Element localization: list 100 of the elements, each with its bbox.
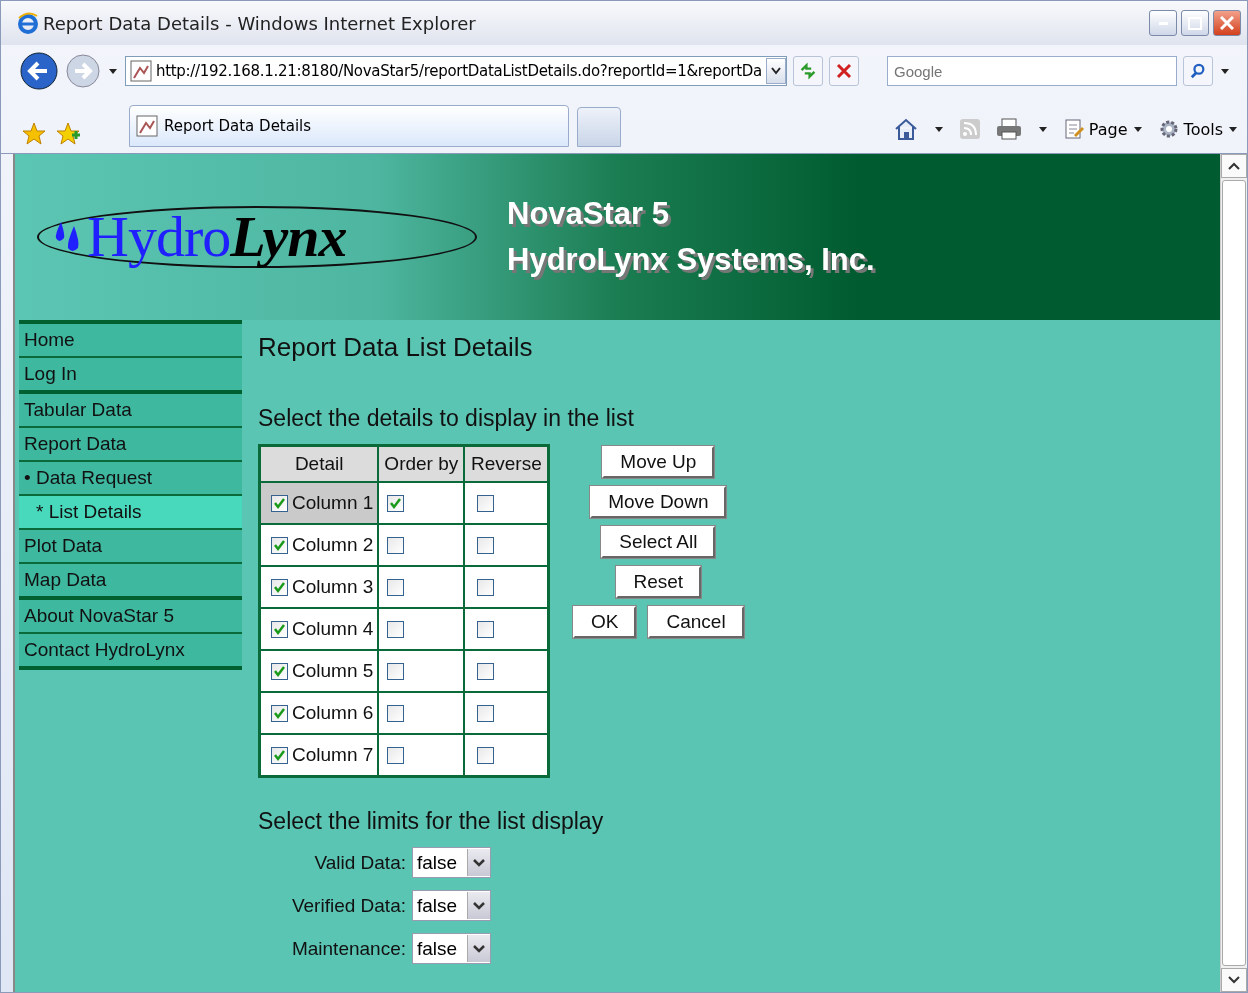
search-field[interactable]: Google (886, 56, 1177, 86)
checkbox[interactable] (477, 747, 495, 765)
search-icon (1189, 62, 1206, 80)
table-cell[interactable]: Column 4 (260, 608, 379, 650)
column-label: Column 1 (292, 492, 374, 513)
caret-icon (473, 944, 485, 953)
table-cell[interactable]: Column 6 (260, 692, 379, 734)
caret-icon[interactable] (769, 66, 782, 76)
column-label: Column 3 (292, 576, 374, 597)
checkbox[interactable] (387, 621, 405, 639)
table-cell[interactable]: Column 5 (260, 650, 379, 692)
print-icon[interactable] (994, 117, 1023, 141)
page-title: Report Data List Details (258, 332, 534, 363)
scrollbar[interactable] (1220, 154, 1247, 992)
checkbox[interactable] (387, 579, 405, 597)
forward-button[interactable] (65, 53, 101, 89)
section-heading: Select the details to display in the list (258, 405, 635, 432)
section-heading: Select the limits for the list display (258, 808, 605, 835)
checkbox[interactable] (271, 621, 288, 639)
logo-word: Lynx (230, 208, 347, 266)
logo-word: Hydro (87, 208, 231, 266)
menu-button[interactable]: Tools (1157, 118, 1239, 140)
browser-tab[interactable]: Report Data Details (129, 105, 569, 147)
browser-logo-icon (17, 12, 39, 34)
check-icon (273, 749, 286, 763)
column-header: Reverse (464, 446, 549, 482)
table-cell[interactable]: Column 1 (260, 482, 379, 524)
window-title: Report Data Details - Windows Internet Explorer (43, 12, 477, 34)
checkbox[interactable] (387, 747, 405, 765)
column-header: Order by (378, 446, 465, 482)
maximize-button[interactable] (1181, 10, 1209, 36)
minimize-button[interactable] (1149, 10, 1177, 36)
check-icon (273, 623, 286, 637)
nav-link[interactable]: • Data Request (19, 462, 242, 496)
refresh-button[interactable] (792, 56, 823, 86)
address-field[interactable]: http://192.168.1.21:8180/NovaStar5/reportDataListDetails.do?reportId=1&reportDa (125, 56, 787, 86)
menu-button[interactable]: Page (1062, 118, 1144, 140)
form-button[interactable]: Reset (615, 566, 702, 598)
add-favorite-icon[interactable] (55, 121, 81, 147)
form-button[interactable]: Move Down (590, 486, 727, 518)
close-icon (1220, 16, 1234, 30)
table-cell[interactable]: Column 7 (260, 734, 379, 776)
checkbox[interactable] (387, 537, 405, 555)
checkbox[interactable] (271, 495, 288, 513)
checkbox[interactable] (387, 495, 405, 513)
form-button[interactable]: Move Up (602, 446, 715, 478)
nav-link[interactable]: Contact HydroLynx (19, 634, 242, 666)
scroll-down-icon[interactable] (1228, 976, 1240, 984)
form-button[interactable]: OK (573, 606, 637, 638)
check-icon (273, 539, 286, 553)
maximize-icon (1188, 16, 1202, 30)
nav-link[interactable]: * List Details (19, 496, 242, 530)
column-label: Column 4 (292, 618, 374, 639)
close-button[interactable] (1213, 10, 1241, 36)
check-icon (273, 707, 286, 721)
nav-link[interactable]: Log In (19, 358, 242, 390)
checkbox[interactable] (477, 621, 495, 639)
check-icon (273, 665, 286, 679)
checkbox[interactable] (477, 663, 495, 681)
field-label: Verified Data: (290, 894, 407, 917)
checkbox[interactable] (387, 663, 405, 681)
search-button[interactable] (1182, 56, 1213, 86)
product-name: NovaStar 5 (507, 196, 670, 232)
back-button[interactable] (19, 51, 59, 91)
checkbox[interactable] (477, 705, 495, 723)
page-icon (1062, 118, 1085, 140)
caret-icon[interactable] (1218, 66, 1231, 76)
checkbox[interactable] (477, 579, 495, 597)
caret-icon (1131, 124, 1144, 134)
caret-icon[interactable] (1036, 124, 1049, 134)
nav-link[interactable]: Report Data (19, 428, 242, 462)
close-icon (835, 63, 852, 79)
checkbox[interactable] (271, 705, 288, 723)
checkbox[interactable] (271, 537, 288, 555)
nav-link[interactable]: Tabular Data (19, 394, 242, 428)
stop-button[interactable] (828, 56, 859, 86)
dropdown[interactable]: false (412, 890, 491, 921)
scroll-up-icon[interactable] (1228, 162, 1240, 170)
form-button[interactable]: Cancel (648, 606, 744, 638)
form-button[interactable]: Select All (601, 526, 716, 558)
nav-link[interactable]: About NovaStar 5 (19, 600, 242, 634)
caret-icon[interactable] (107, 66, 119, 76)
checkbox[interactable] (271, 579, 288, 597)
checkbox[interactable] (271, 747, 288, 765)
table-cell[interactable]: Column 3 (260, 566, 379, 608)
checkbox[interactable] (477, 495, 495, 513)
checkbox[interactable] (271, 663, 288, 681)
nav-link[interactable]: Plot Data (19, 530, 242, 564)
dropdown[interactable]: false (412, 933, 491, 964)
column-label: Column 7 (292, 744, 374, 765)
checkbox[interactable] (387, 705, 405, 723)
caret-icon[interactable] (932, 124, 945, 134)
checkbox[interactable] (477, 537, 495, 555)
column-label: Column 2 (292, 534, 374, 555)
favorites-star-icon[interactable] (21, 121, 47, 147)
table-cell[interactable]: Column 2 (260, 524, 379, 566)
nav-link[interactable]: Map Data (19, 564, 242, 596)
nav-link[interactable]: Home (19, 324, 242, 358)
dropdown[interactable]: false (412, 847, 491, 878)
check-icon (273, 497, 286, 511)
